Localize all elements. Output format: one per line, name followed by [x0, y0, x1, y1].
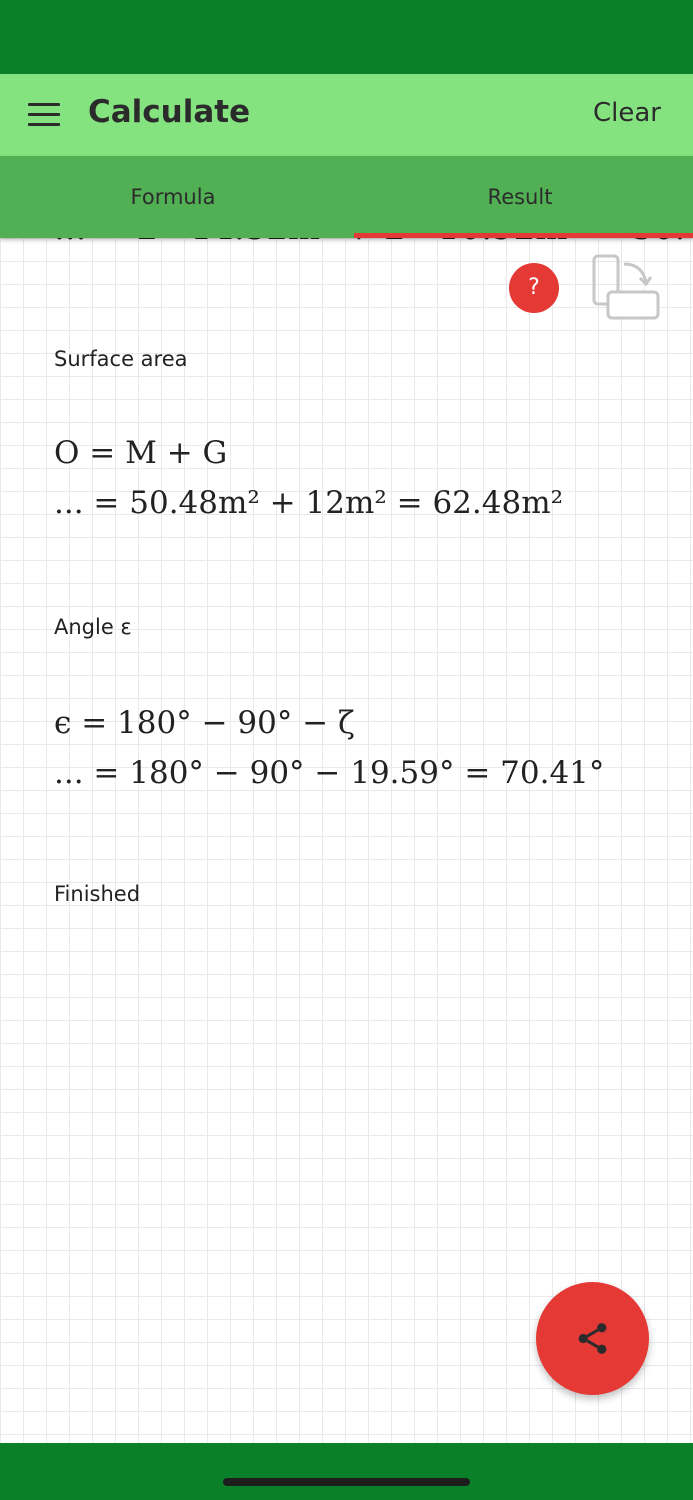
formula-angle-epsilon: ϵ = 180° − 90° − ζ — [54, 705, 355, 741]
home-indicator[interactable] — [223, 1478, 470, 1486]
formula-surface-area: O = M + G — [54, 435, 228, 471]
tab-formula[interactable]: Formula — [0, 156, 346, 238]
page-title: Calculate — [88, 94, 251, 130]
status-bar — [0, 0, 693, 74]
tab-result[interactable]: Result — [347, 156, 693, 238]
section-label-surface-area: Surface area — [54, 347, 188, 371]
navigation-bar — [0, 1443, 693, 1500]
section-label-angle-epsilon: Angle ε — [54, 615, 132, 639]
calculation-angle-epsilon: ... = 180° − 90° − 19.59° = 70.41° — [54, 755, 605, 791]
calculation-surface-area: ... = 50.48m² + 12m² = 62.48m² — [54, 485, 564, 521]
section-label-finished: Finished — [54, 882, 141, 906]
tab-bar: Formula Result — [0, 156, 693, 238]
app-bar: Calculate Clear — [0, 74, 693, 156]
share-icon — [578, 1323, 607, 1354]
clear-button[interactable]: Clear — [593, 98, 661, 128]
rotate-screen-icon[interactable] — [590, 254, 662, 324]
hamburger-menu-icon[interactable] — [28, 103, 60, 127]
result-content[interactable]: ... = 2 · 14.52m² + 2 · 10.92m² = 50.48m… — [0, 238, 693, 1443]
partial-formula-line: ... = 2 · 14.52m² + 2 · 10.92m² = 50.48m… — [54, 238, 693, 248]
tab-selected-indicator — [354, 233, 693, 238]
share-button[interactable] — [536, 1282, 649, 1395]
help-button[interactable]: ? — [509, 263, 559, 313]
